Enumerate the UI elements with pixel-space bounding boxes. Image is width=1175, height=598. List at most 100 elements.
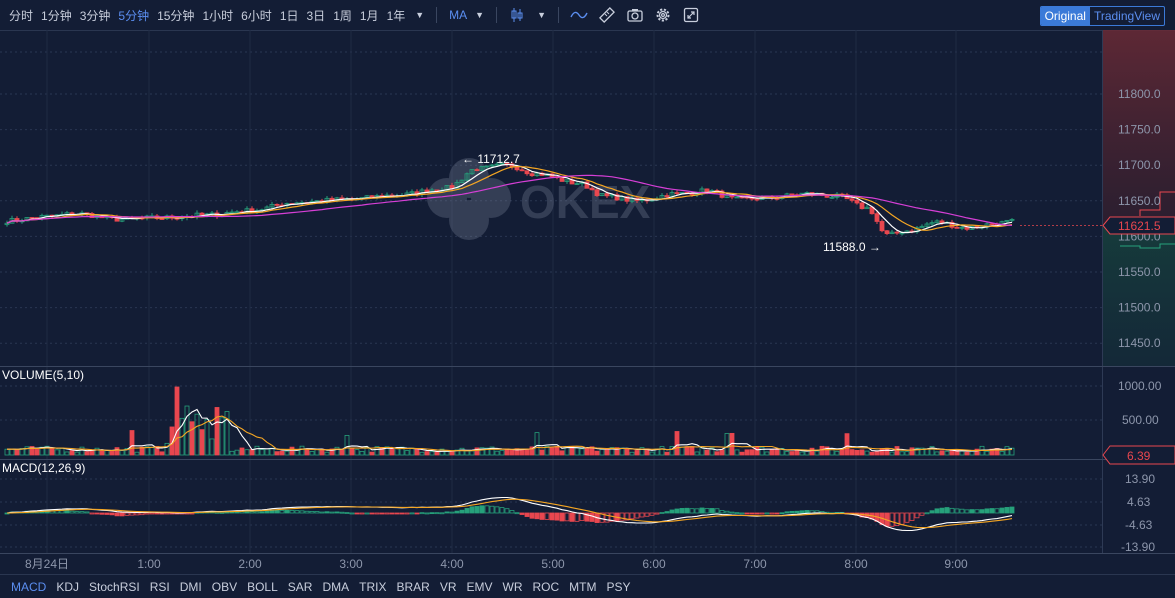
macd-histogram-bar — [319, 511, 325, 514]
candle-type-caret-icon[interactable]: ▼ — [531, 10, 552, 20]
macd-histogram-bar — [419, 512, 425, 515]
indicator-tab-wr[interactable]: WR — [498, 580, 528, 594]
volume-bar — [184, 405, 190, 456]
candle-body — [594, 189, 600, 197]
indicator-tab-dmi[interactable]: DMI — [175, 580, 207, 594]
indicator-tab-trix[interactable]: TRIX — [354, 580, 391, 594]
macd-histogram-bar — [629, 512, 635, 520]
indicator-tab-vr[interactable]: VR — [435, 580, 462, 594]
macd-histogram-bar — [134, 512, 140, 516]
time-axis-labels: 8月24日 1:00 2:00 3:00 4:00 5:00 6:00 7:00 8:00 9:0… — [25, 557, 968, 571]
volume-bar — [594, 450, 600, 456]
macd-histogram-bar — [494, 506, 500, 514]
macd-histogram-bar — [324, 511, 330, 514]
timeframe-5[interactable]: 1小时 — [198, 7, 237, 24]
indicator-caret-icon[interactable]: ▼ — [469, 10, 490, 20]
macd-histogram-bar — [264, 510, 270, 514]
volume-bar — [429, 451, 435, 456]
macd-histogram-bar — [364, 512, 370, 515]
macd-histogram-bar — [989, 508, 995, 514]
macd-histogram-bar — [414, 512, 420, 515]
price-chart[interactable]: OKEX 11800.011750.011700.011650.011600.0… — [0, 30, 1175, 574]
indicator-tab-brar[interactable]: BRAR — [391, 580, 434, 594]
macd-panel-title: MACD(12,26,9) — [2, 461, 85, 475]
macd-histogram-bar — [649, 512, 655, 516]
macd-histogram-bar — [724, 510, 730, 514]
macd-histogram-bar — [759, 512, 765, 515]
volume-bar — [719, 449, 725, 456]
volume-bar — [214, 407, 220, 456]
indicator-tab-roc[interactable]: ROC — [528, 580, 565, 594]
volume-bar — [634, 450, 640, 456]
volume-bar — [244, 449, 250, 456]
macd-tick-4-63: 4.63 — [1127, 495, 1151, 509]
timeframe-1[interactable]: 1分钟 — [37, 7, 76, 24]
timeframe-2[interactable]: 3分钟 — [76, 7, 115, 24]
volume-bar — [944, 450, 950, 456]
timeframe-9[interactable]: 1周 — [329, 7, 356, 24]
volume-bar — [414, 449, 420, 456]
macd-histogram-bar — [129, 512, 135, 516]
macd-histogram-bar — [149, 512, 155, 515]
candle-body — [754, 198, 760, 201]
ruler-icon[interactable] — [596, 4, 618, 26]
timeframe-10[interactable]: 1月 — [356, 7, 383, 24]
volume-bar — [129, 430, 135, 456]
volume-bar — [199, 429, 205, 456]
volume-bar — [904, 451, 910, 456]
volume-bar — [939, 450, 945, 456]
gear-icon[interactable] — [652, 4, 674, 26]
indicator-tab-dma[interactable]: DMA — [317, 580, 354, 594]
view-original-button[interactable]: Original — [1040, 7, 1090, 25]
indicator-tab-mtm[interactable]: MTM — [564, 580, 601, 594]
volume-bar — [54, 449, 60, 456]
volume-bar — [574, 447, 580, 456]
timeframe-6[interactable]: 6小时 — [237, 7, 276, 24]
volume-bar — [744, 449, 750, 456]
view-tradingview-button[interactable]: TradingView — [1090, 7, 1164, 25]
indicator-tab-macd[interactable]: MACD — [6, 580, 51, 594]
timeframe-4[interactable]: 15分钟 — [153, 7, 198, 24]
view-switch: Original TradingView — [1039, 6, 1165, 26]
timeframe-more-caret-icon[interactable]: ▼ — [409, 10, 430, 20]
volume-bar — [549, 447, 555, 456]
volume-ma5-line — [6, 408, 1013, 452]
camera-icon[interactable] — [624, 4, 646, 26]
price-tick-label: 11550.0 — [1118, 265, 1161, 279]
macd-histogram-bar — [254, 511, 260, 514]
macd-histogram-bar — [459, 509, 465, 514]
timeframe-8[interactable]: 3日 — [303, 7, 330, 24]
volume-bar — [84, 451, 90, 456]
candle-body — [894, 231, 900, 234]
volume-bar — [254, 445, 260, 456]
fullscreen-icon[interactable] — [680, 4, 702, 26]
volume-bar — [869, 451, 875, 456]
volume-bar — [324, 451, 330, 456]
volume-bar — [649, 451, 655, 456]
indicator-tab-psy[interactable]: PSY — [602, 580, 636, 594]
volume-bar — [64, 451, 70, 456]
macd-histogram-bar — [784, 511, 790, 514]
indicator-tab-obv[interactable]: OBV — [207, 580, 242, 594]
volume-bar — [879, 448, 885, 456]
timeframe-0[interactable]: 分时 — [5, 7, 37, 24]
candle-body — [664, 195, 670, 198]
indicator-selector[interactable]: MA — [443, 8, 469, 22]
volume-bar — [554, 446, 560, 456]
indicator-tab-kdj[interactable]: KDJ — [51, 580, 84, 594]
indicator-tab-rsi[interactable]: RSI — [145, 580, 175, 594]
low-price-label: 11588.0 → — [823, 240, 881, 254]
timeframe-3[interactable]: 5分钟 — [114, 7, 153, 24]
timeframe-11[interactable]: 1年 — [383, 7, 410, 24]
volume-bar — [344, 435, 350, 456]
candle-type-icon[interactable] — [506, 4, 528, 26]
indicator-tab-emv[interactable]: EMV — [461, 580, 497, 594]
timeframe-7[interactable]: 1日 — [276, 7, 303, 24]
volume-bar — [494, 450, 500, 456]
line-style-icon[interactable] — [568, 4, 590, 26]
macd-histogram-bar — [454, 510, 460, 514]
indicator-tab-sar[interactable]: SAR — [283, 580, 318, 594]
indicator-tab-stochrsi[interactable]: StochRSI — [84, 580, 145, 594]
macd-histogram-bar — [574, 512, 580, 522]
indicator-tab-boll[interactable]: BOLL — [242, 580, 283, 594]
